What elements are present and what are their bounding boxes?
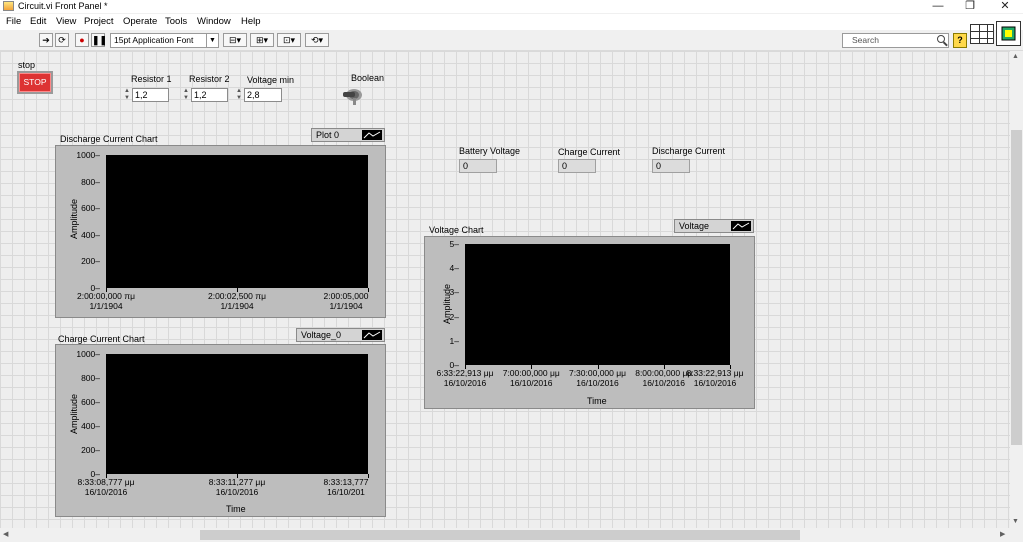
resistor2-input[interactable]: 1,2 [191,88,228,102]
font-select-value: 15pt Application Font [114,35,194,45]
vertical-scrollbar-thumb[interactable] [1011,130,1022,445]
voltage-legend-label: Voltage [679,221,710,231]
charge-y-tick-label: 600– [81,397,100,407]
discharge-current-label: Discharge Current [652,146,726,156]
reorder-icon[interactable]: ⟲▾ [305,33,329,47]
charge-y-tick-label: 1000– [76,349,100,359]
charge-x-tick-label: 8:33:11,277 μμ 16/10/2016 [208,477,266,497]
app-icon [3,1,14,11]
voltage-x-tick-label: 8:33:22,913 μμ 16/10/2016 [686,368,744,388]
resistor1-input[interactable]: 1,2 [132,88,169,102]
menu-file[interactable]: File [6,16,21,27]
connector-pane-icon[interactable] [970,24,994,44]
search-placeholder: Search [852,35,879,45]
vi-icon-graphic [1001,26,1016,41]
charge-legend-label: Voltage_0 [301,330,342,340]
font-select[interactable]: 15pt Application Font ▼ [110,33,219,48]
stop-label: stop [18,60,36,70]
align-objects-icon[interactable]: ⊟▾ [223,33,247,47]
discharge-x-tick-label: 2:00:00,000 πμ 1/1/1904 [76,291,136,311]
menu-project[interactable]: Project [84,16,114,27]
minimize-button[interactable]: — [923,0,953,13]
menu-tools[interactable]: Tools [165,16,187,27]
charge-y-tick-label: 200– [81,445,100,455]
discharge-y-tick-label: 1000– [76,150,100,160]
charge-current-indicator: 0 [558,159,596,173]
voltage-min-stepper[interactable]: ▲ ▼ [235,88,243,102]
voltage-y-tick-label: 3– [449,287,459,298]
vi-icon[interactable] [996,21,1021,46]
charge-x-tick-label: 8:33:08,777 μμ 16/10/2016 [77,477,135,497]
battery-voltage-label: Battery Voltage [459,146,521,156]
charge-y-tick-label: 800– [81,373,100,383]
discharge-chart-legend[interactable]: Plot 0 [311,128,385,142]
menu-edit[interactable]: Edit [30,16,46,27]
voltage-min-label: Voltage min [247,75,295,85]
resistor1-label: Resistor 1 [131,74,172,84]
charge-x-axis-label: Time [226,504,246,514]
restore-button[interactable]: ❐ [955,0,985,13]
scroll-up-icon[interactable]: ▲ [1012,53,1019,60]
battery-voltage-indicator: 0 [459,159,497,173]
resistor2-stepper[interactable]: ▲ ▼ [182,88,190,102]
discharge-y-tick-label: 800– [81,176,100,187]
voltage-y-tick-label: 5– [449,239,459,249]
abort-icon[interactable]: ● [75,33,89,47]
voltage-min-input[interactable]: 2,8 [244,88,282,102]
plot-line-icon [362,330,382,340]
discharge-x-tick-label: 2:00:02,500 πμ 1/1/1904 [207,291,267,311]
charge-x-tick-label: 8:33:13,777 16/10/201 [323,477,369,497]
voltage-x-axis-label: Time [587,396,607,406]
voltage-chart-legend[interactable]: Voltage [674,219,754,233]
menu-window[interactable]: Window [197,16,231,27]
discharge-y-tick-label: 200– [81,256,100,267]
window-title: Circuit.vi Front Panel * [18,1,108,11]
boolean-label: Boolean [351,73,385,83]
menu-operate[interactable]: Operate [123,16,157,27]
voltage-y-tick-label: 1– [449,335,459,346]
search-icon [937,35,945,43]
discharge-y-tick-label: 400– [81,229,100,240]
charge-current-label: Charge Current [558,147,621,157]
voltage-chart-title: Voltage Chart [429,225,484,235]
scroll-down-icon[interactable]: ▼ [1012,518,1019,525]
voltage-y-tick-label: 4– [449,263,459,274]
charge-y-tick-label: 400– [81,421,100,431]
context-help-button[interactable]: ? [953,33,967,48]
run-arrow-icon[interactable]: ➔ [39,33,53,47]
resize-objects-icon[interactable]: ⊡▾ [277,33,301,47]
close-button[interactable]: ✕ [990,0,1020,13]
run-continuously-icon[interactable]: ⟳ [55,33,69,47]
voltage-plot-area[interactable] [465,244,730,365]
plot-line-icon [362,130,382,140]
voltage-y-tick-label: 2– [449,311,459,322]
charge-chart-title: Charge Current Chart [58,334,145,344]
stop-button[interactable]: STOP [17,71,53,94]
horizontal-scrollbar-thumb[interactable] [200,530,800,540]
resistor1-stepper[interactable]: ▲ ▼ [123,88,131,102]
discharge-x-tick-label: 2:00:05,000 1/1/1904 [323,291,369,311]
scroll-right-icon[interactable]: ▶ [1000,530,1005,538]
search-input[interactable]: Search [842,33,949,48]
chevron-down-icon: ▼ [206,34,218,47]
pause-icon[interactable]: ❚❚ [91,33,107,47]
distribute-objects-icon[interactable]: ⊞▾ [250,33,274,47]
boolean-toggle-switch[interactable] [341,84,365,106]
plot-line-icon [731,221,751,231]
scroll-left-icon[interactable]: ◀ [3,530,8,538]
discharge-plot-area[interactable] [106,155,368,288]
title-bar [0,0,1023,13]
discharge-current-indicator: 0 [652,159,690,173]
discharge-legend-label: Plot 0 [316,130,340,140]
menu-help[interactable]: Help [241,16,261,27]
charge-chart-legend[interactable]: Voltage_0 [296,328,385,342]
charge-plot-area[interactable] [106,354,368,474]
menu-view[interactable]: View [56,16,76,27]
discharge-y-tick-label: 600– [81,203,100,214]
resistor2-label: Resistor 2 [189,74,230,84]
discharge-chart-title: Discharge Current Chart [60,134,158,144]
